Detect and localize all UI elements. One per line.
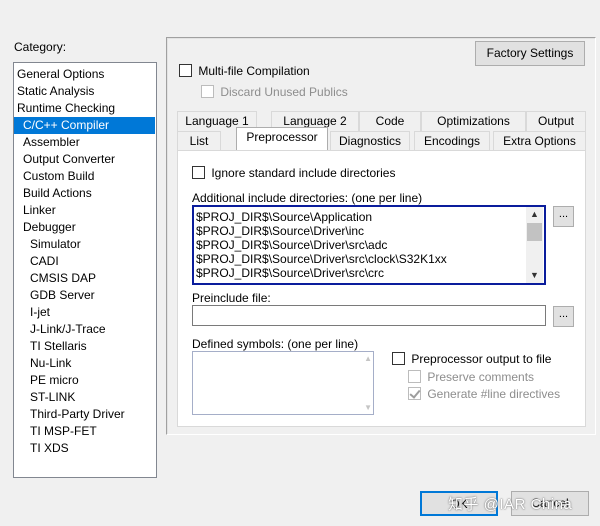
defined-scroll-up-icon: ▲ [364,354,372,363]
include-dirs-browse-button[interactable]: ... [553,206,574,227]
scroll-thumb[interactable] [527,223,542,241]
tab-extra-options[interactable]: Extra Options [493,131,586,151]
include-dirs-scrollbar[interactable]: ▲ ▼ [526,207,543,283]
include-dir-item[interactable]: $PROJ_DIR$\Source\Driver\src\adc [194,238,526,252]
discard-unused-checkbox [201,85,214,98]
category-item[interactable]: Output Converter [14,151,155,168]
category-item[interactable]: Third-Party Driver [14,406,155,423]
defined-scroll-down-icon: ▼ [364,403,372,412]
include-dir-item[interactable]: $PROJ_DIR$\Source\Driver\inc [194,224,526,238]
defined-symbols-input[interactable]: ▲ ▼ [192,351,374,415]
scroll-down-icon[interactable]: ▼ [526,268,543,283]
category-item[interactable]: ST-LINK [14,389,155,406]
generate-line-row: Generate #line directives [408,386,560,401]
category-item[interactable]: CADI [14,253,155,270]
preinclude-label: Preinclude file: [192,291,271,305]
category-item[interactable]: General Options [14,66,155,83]
discard-unused-checkbox-row: Discard Unused Publics [201,84,348,99]
generate-line-label: Generate #line directives [427,387,560,401]
multi-file-checkbox[interactable] [179,64,192,77]
category-item[interactable]: Debugger [14,219,155,236]
tab-diagnostics[interactable]: Diagnostics [330,131,410,151]
discard-unused-label: Discard Unused Publics [220,85,347,99]
category-item[interactable]: Simulator [14,236,155,253]
watermark: 知乎 @IAR China [448,493,572,514]
category-item[interactable]: PE micro [14,372,155,389]
category-item[interactable]: Nu-Link [14,355,155,372]
include-dirs-list[interactable]: $PROJ_DIR$\Source\Application$PROJ_DIR$\… [192,205,546,285]
category-item[interactable]: GDB Server [14,287,155,304]
include-dirs-lines: $PROJ_DIR$\Source\Application$PROJ_DIR$\… [194,210,526,280]
ignore-std-label: Ignore standard include directories [211,166,395,180]
preinclude-browse-button[interactable]: ... [553,306,574,327]
category-item[interactable]: Runtime Checking [14,100,155,117]
include-dir-item[interactable]: $PROJ_DIR$\Source\Application [194,210,526,224]
scroll-up-icon[interactable]: ▲ [526,207,543,222]
category-item[interactable]: J-Link/J-Trace [14,321,155,338]
preserve-comments-label: Preserve comments [427,370,534,384]
tab-output[interactable]: Output [526,111,586,131]
category-list[interactable]: General OptionsStatic AnalysisRuntime Ch… [13,62,157,478]
preinclude-input[interactable] [192,305,546,326]
category-item[interactable]: CMSIS DAP [14,270,155,287]
preprocessor-tab-page: Ignore standard include directories Addi… [177,150,586,427]
tab-code[interactable]: Code [359,111,421,131]
category-item[interactable]: Static Analysis [14,83,155,100]
category-item[interactable]: C/C++ Compiler [14,117,155,134]
multi-file-label: Multi-file Compilation [198,64,309,78]
preserve-comments-row: Preserve comments [408,369,534,384]
generate-line-checkbox [408,387,421,400]
category-item[interactable]: TI MSP-FET [14,423,155,440]
tab-optimizations[interactable]: Optimizations [421,111,526,131]
tab-preprocessor[interactable]: Preprocessor [236,127,328,150]
category-label: Category: [14,40,66,54]
tab-list[interactable]: List [177,131,221,151]
include-dir-item[interactable]: $PROJ_DIR$\Source\Driver\src\clock\S32K1… [194,252,526,266]
category-item[interactable]: Build Actions [14,185,155,202]
defined-symbols-label: Defined symbols: (one per line) [192,337,358,351]
category-item[interactable]: Assembler [14,134,155,151]
category-item[interactable]: TI Stellaris [14,338,155,355]
include-dir-item[interactable]: $PROJ_DIR$\Source\Driver\src\crc [194,266,526,280]
category-item[interactable]: Linker [14,202,155,219]
ignore-std-row[interactable]: Ignore standard include directories [192,165,395,180]
pp-output-label: Preprocessor output to file [411,352,551,366]
ignore-std-checkbox[interactable] [192,166,205,179]
factory-settings-button[interactable]: Factory Settings [475,41,585,66]
multi-file-checkbox-row[interactable]: Multi-file Compilation [179,63,310,78]
category-item[interactable]: TI XDS [14,440,155,457]
category-item[interactable]: Custom Build [14,168,155,185]
pp-output-row[interactable]: Preprocessor output to file [392,351,551,366]
tab-encodings[interactable]: Encodings [414,131,490,151]
category-item[interactable]: I-jet [14,304,155,321]
pp-output-checkbox[interactable] [392,352,405,365]
include-dirs-label: Additional include directories: (one per… [192,191,422,205]
preserve-comments-checkbox [408,370,421,383]
